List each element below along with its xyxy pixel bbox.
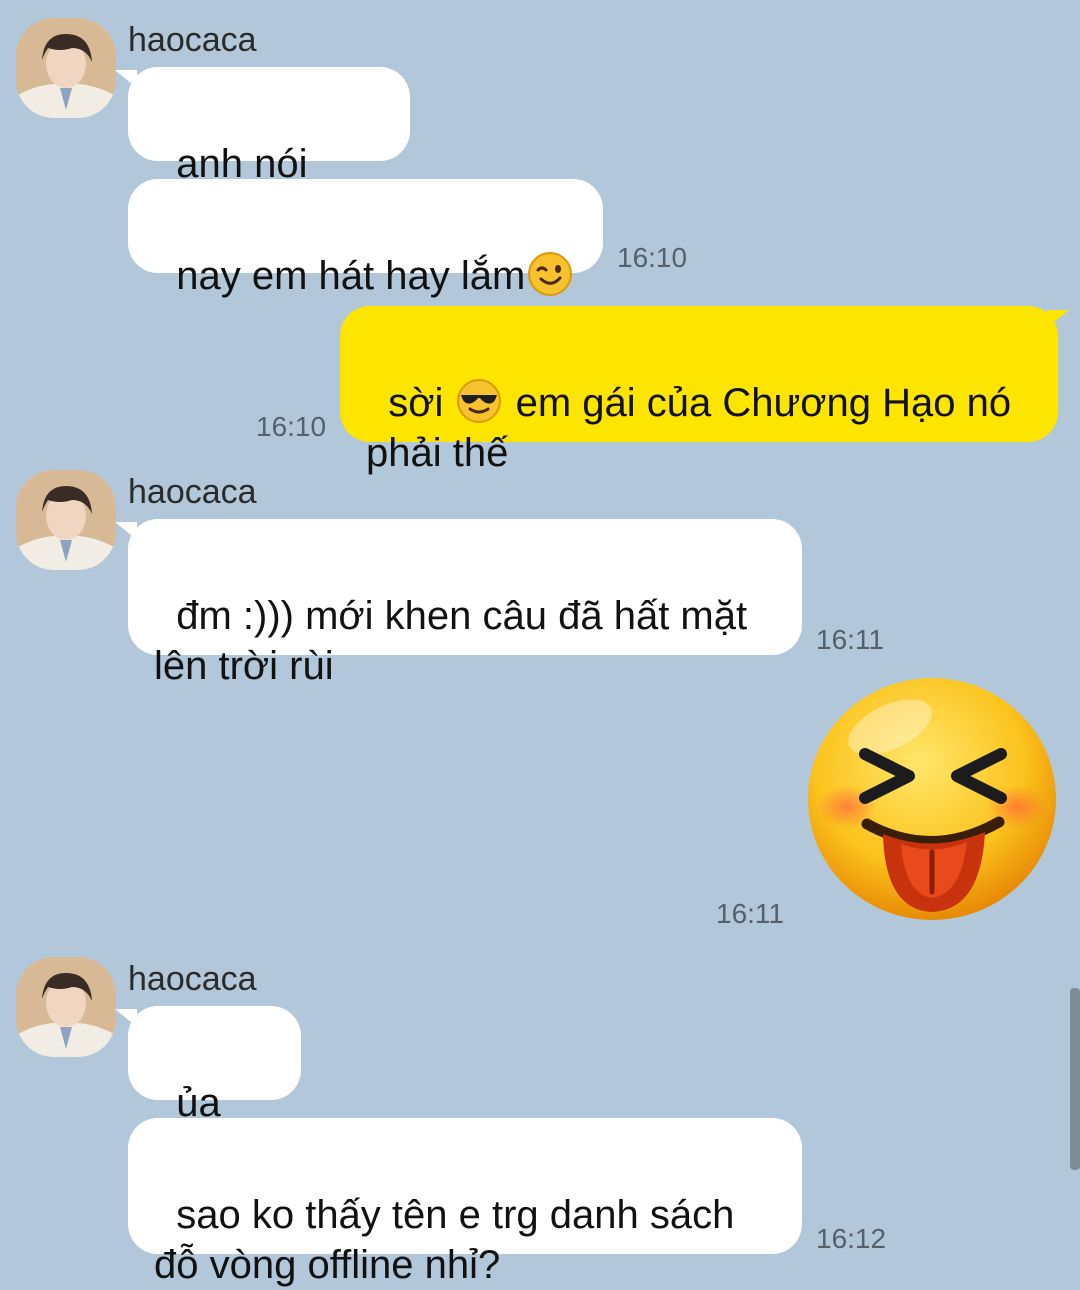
timestamp: 16:11 [716, 898, 784, 929]
message-bubble[interactable]: anh nói thật [128, 67, 410, 236]
timestamp: 16:12 [816, 1223, 887, 1254]
sender-name: haocaca [128, 960, 257, 998]
message-text: đm :))) mới khen câu đã hất mặt lên trời… [154, 594, 759, 688]
sender-name: haocaca [128, 21, 257, 59]
avatar[interactable] [16, 18, 116, 118]
timestamp: 16:10 [617, 242, 688, 273]
message-bubble-outgoing[interactable]: sời em gái của Chương Hạo nó phải thế [340, 306, 1058, 475]
timestamp: 16:11 [816, 624, 884, 655]
avatar[interactable] [16, 957, 116, 1057]
message-text: sao ko thấy tên e trg danh sách đỗ vòng … [154, 1193, 746, 1287]
message-text: nay em hát hay lắm [176, 254, 526, 298]
sunglasses-emoji-icon [457, 379, 502, 423]
tongue-out-sticker-icon[interactable] [805, 672, 1060, 927]
avatar[interactable] [16, 470, 116, 570]
message-text: sời [388, 381, 455, 425]
scrollbar[interactable] [1070, 988, 1080, 1170]
message-bubble[interactable]: sao ko thấy tên e trg danh sách đỗ vòng … [128, 1118, 802, 1287]
message-bubble[interactable]: đm :))) mới khen câu đã hất mặt lên trời… [128, 519, 802, 688]
timestamp: 16:10 [256, 411, 327, 442]
wink-emoji-icon [528, 252, 573, 296]
sender-name: haocaca [128, 473, 257, 511]
message-bubble[interactable]: ủa mà [128, 1006, 301, 1175]
message-bubble[interactable]: nay em hát hay lắm [128, 179, 603, 298]
bubble-tail [1047, 310, 1069, 328]
